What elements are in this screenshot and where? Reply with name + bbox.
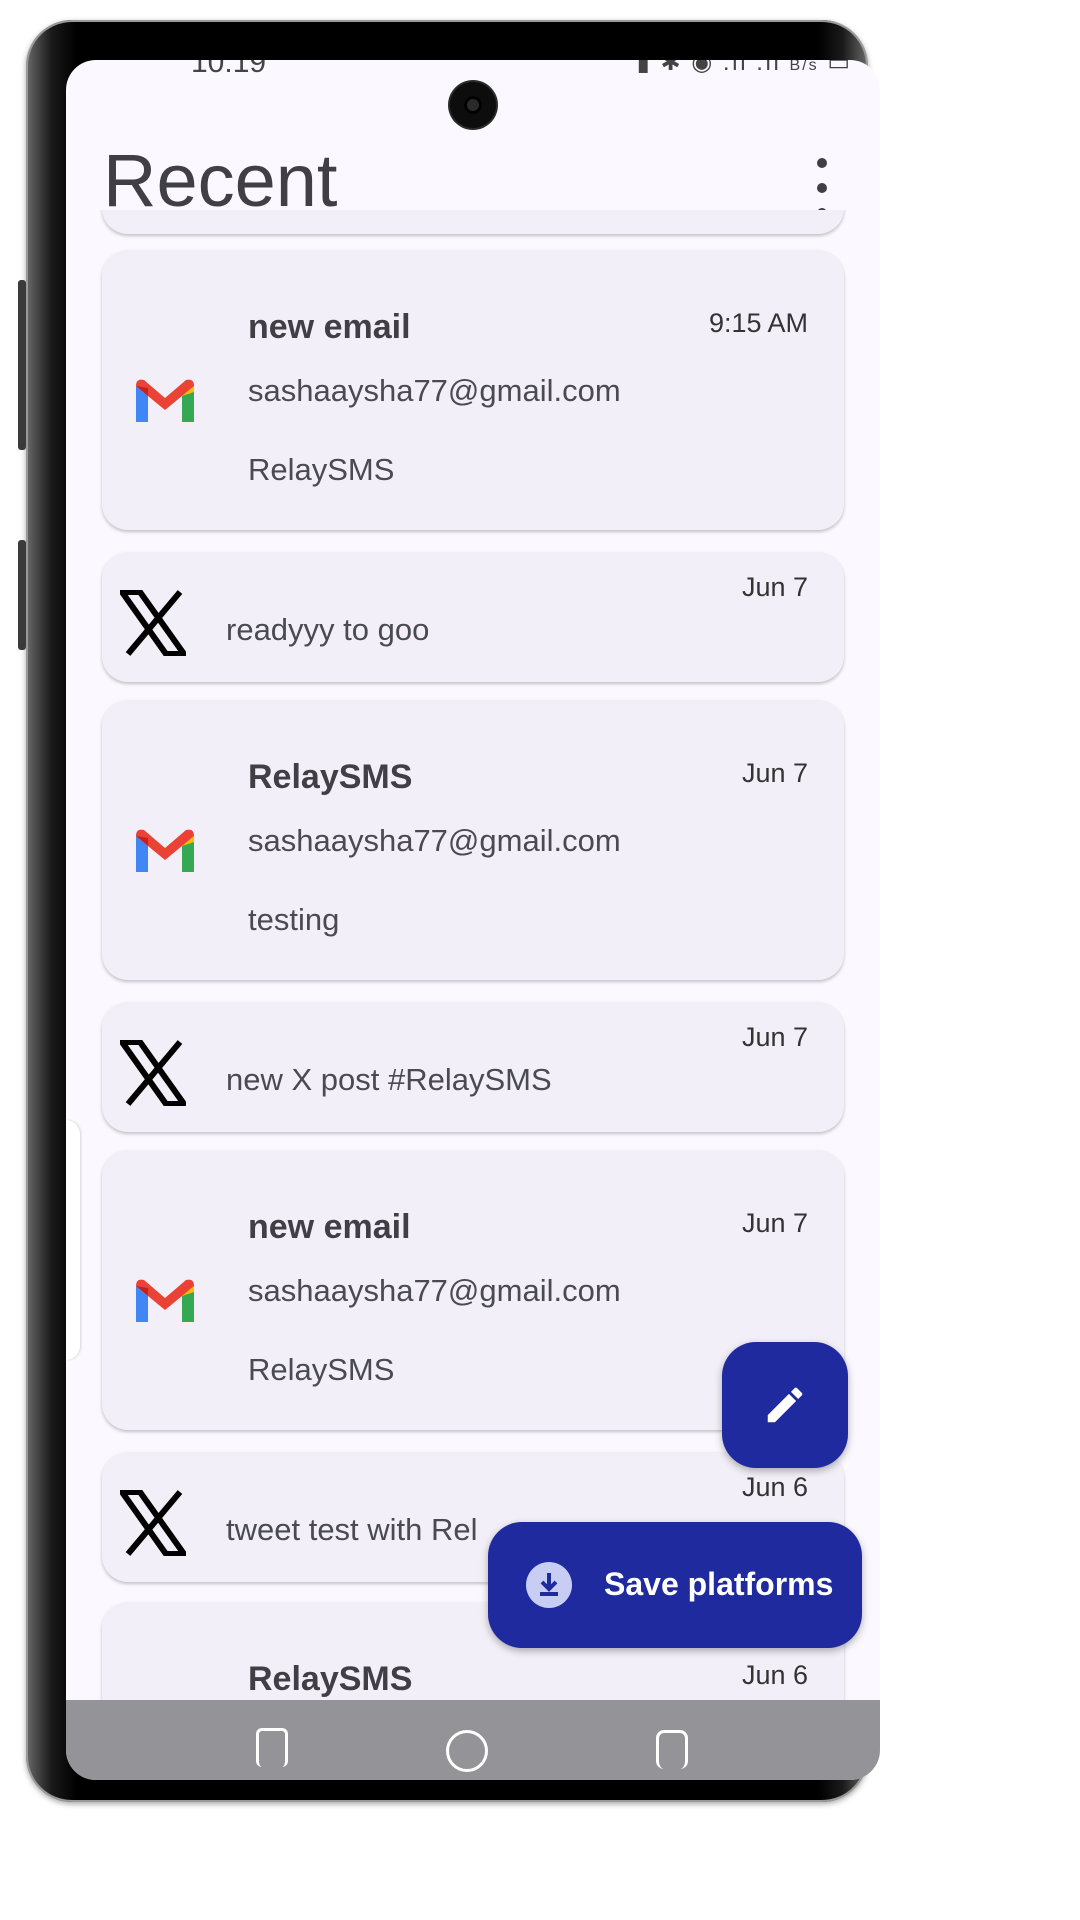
x-icon bbox=[120, 1040, 186, 1106]
net-speed: B/s bbox=[789, 60, 819, 74]
message-time: Jun 6 bbox=[741, 1660, 808, 1690]
message-snippet: RelaySMS bbox=[248, 1352, 395, 1387]
message-time: Jun 7 bbox=[741, 572, 808, 602]
list-item[interactable]: new X post #RelaySMS Jun 7 bbox=[102, 1002, 844, 1132]
post-text: readyyy to goo bbox=[226, 612, 430, 647]
back-icon[interactable] bbox=[656, 1730, 688, 1769]
pencil-icon bbox=[767, 1387, 803, 1423]
save-platforms-button[interactable]: Save platforms bbox=[488, 1522, 862, 1648]
list-item[interactable]: RelaySMS sashaaysha77@gmail.com testing … bbox=[102, 700, 844, 980]
message-snippet: testing bbox=[248, 902, 340, 937]
message-sender: sashaaysha77@gmail.com bbox=[248, 373, 621, 408]
message-time: Jun 7 bbox=[741, 1022, 808, 1052]
post-text: new X post #RelaySMS bbox=[226, 1062, 552, 1097]
message-time: Jun 7 bbox=[741, 1208, 808, 1238]
message-subject: RelaySMS bbox=[248, 1660, 413, 1698]
phone-frame: 10:19 ▮ ✱ ◉ .ıl .ıl B/s ▭ Recent new ema… bbox=[18, 20, 880, 1802]
message-snippet: RelaySMS bbox=[248, 452, 395, 487]
app-screen: 10:19 ▮ ✱ ◉ .ıl .ıl B/s ▭ Recent new ema… bbox=[66, 60, 880, 1780]
message-subject: new email bbox=[248, 1208, 411, 1246]
post-text: tweet test with Rel bbox=[226, 1512, 478, 1547]
status-icons: ▮ ✱ ◉ .ıl .ıl B/s ▭ bbox=[637, 60, 852, 77]
status-bar: 10:19 ▮ ✱ ◉ .ıl .ıl B/s ▭ bbox=[66, 60, 880, 80]
message-time: 9:15 AM bbox=[708, 308, 808, 338]
save-platforms-label: Save platforms bbox=[604, 1566, 834, 1602]
list-item[interactable]: readyyy to goo Jun 7 bbox=[102, 552, 844, 682]
gmail-icon bbox=[136, 829, 194, 872]
download-icon bbox=[526, 1562, 572, 1608]
compose-button[interactable] bbox=[722, 1342, 848, 1468]
home-icon[interactable] bbox=[446, 1730, 488, 1772]
gmail-icon bbox=[136, 1279, 194, 1322]
list-item[interactable]: new email sashaaysha77@gmail.com RelaySM… bbox=[102, 250, 844, 530]
message-list[interactable]: new email sashaaysha77@gmail.com RelaySM… bbox=[66, 210, 880, 1710]
x-icon bbox=[120, 1490, 186, 1556]
message-sender: sashaaysha77@gmail.com bbox=[248, 1273, 621, 1308]
list-item[interactable] bbox=[102, 210, 844, 234]
x-icon bbox=[120, 590, 186, 656]
front-camera bbox=[450, 82, 496, 128]
system-navigation-bar bbox=[66, 1700, 880, 1780]
message-subject: new email bbox=[248, 308, 411, 346]
message-time: Jun 6 bbox=[741, 1472, 808, 1502]
status-time: 10:19 bbox=[191, 60, 267, 79]
message-sender: sashaaysha77@gmail.com bbox=[248, 823, 621, 858]
message-subject: RelaySMS bbox=[248, 758, 413, 796]
message-time: Jun 7 bbox=[741, 758, 808, 788]
recent-apps-icon[interactable] bbox=[256, 1728, 288, 1767]
overflow-menu-icon[interactable] bbox=[806, 158, 838, 218]
volume-button bbox=[18, 280, 26, 450]
gmail-icon bbox=[136, 379, 194, 422]
power-button bbox=[18, 540, 26, 650]
